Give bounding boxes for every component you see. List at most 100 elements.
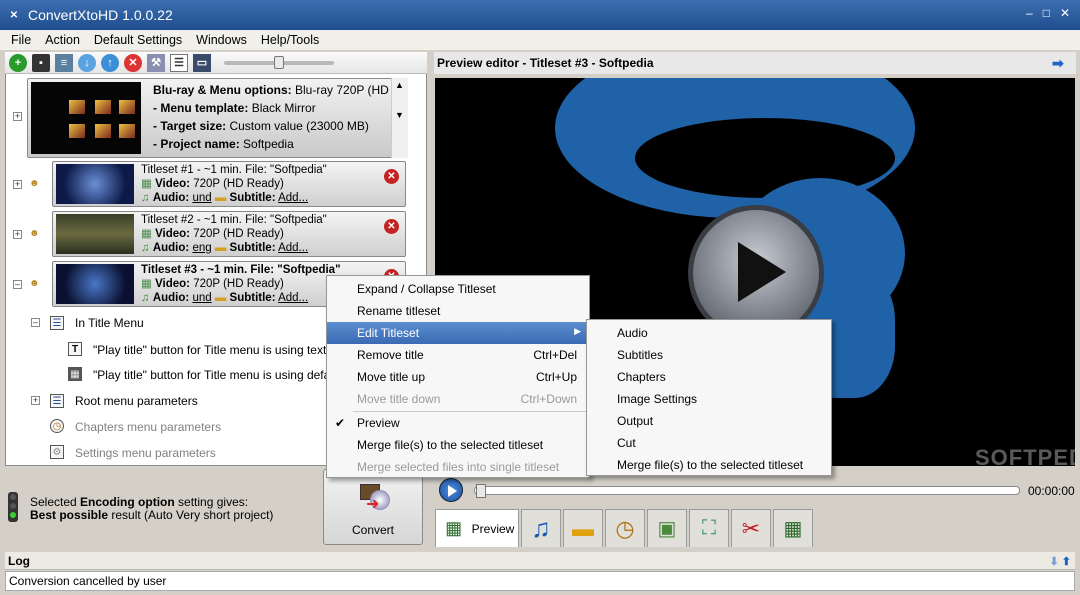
submenu-subtitles[interactable]: Subtitles [587, 344, 831, 366]
menu-item-label: Merge file(s) to the selected titleset [357, 438, 544, 452]
window-title: ConvertXtoHD 1.0.0.22 [28, 7, 173, 23]
tree-root-menu-parameters[interactable]: Root menu parameters [75, 394, 198, 408]
root-menu-expand-icon[interactable]: + [31, 396, 40, 405]
tab-output[interactable]: ⛶ [689, 509, 729, 547]
subtitle-label: Subtitle: [229, 292, 276, 304]
project-scrollbar[interactable]: ▲ ▼ [391, 78, 408, 158]
video-value: 720P (HD Ready) [193, 278, 284, 290]
video-value: 720P (HD Ready) [193, 228, 284, 240]
list-icon[interactable]: ☰ [170, 53, 188, 72]
menu-preview[interactable]: ✔ Preview [327, 412, 589, 434]
menu-move-title-down[interactable]: Move title down Ctrl+Down [327, 388, 589, 410]
audio-link[interactable]: und [192, 192, 211, 204]
preview-editor-title: Preview editor - Titleset #3 - Softpedia [437, 56, 654, 70]
video-icon: ▦ [141, 178, 152, 190]
play-overlay-icon[interactable] [693, 210, 819, 336]
add-icon[interactable]: + [9, 53, 27, 72]
delete-titleset-2-icon[interactable]: ✕ [384, 219, 399, 234]
titleset-1-thumbnail [56, 164, 134, 204]
submenu-output[interactable]: Output [587, 410, 831, 432]
tab-cut[interactable]: ✂ [731, 509, 771, 547]
tab-image-settings[interactable]: ▣ [647, 509, 687, 547]
tree-play-title-default[interactable]: "Play title" button for Title menu is us… [93, 368, 343, 382]
menu-expand-collapse-titleset[interactable]: Expand / Collapse Titleset [327, 278, 589, 300]
menu-merge-files-selected-titleset[interactable]: Merge file(s) to the selected titleset [327, 434, 589, 456]
subtitle-add-link[interactable]: Add... [278, 292, 308, 304]
project-node[interactable]: Blu-ray & Menu options: Blu-ray 720P (HD… [27, 78, 405, 158]
titleset-2-expand-icon[interactable]: + [13, 230, 22, 239]
tools-icon[interactable]: ⚒ [147, 53, 165, 72]
in-title-menu-collapse-icon[interactable]: – [31, 318, 40, 327]
tab-audio[interactable]: ♫ [521, 509, 561, 547]
menu-rename-titleset[interactable]: Rename titleset [327, 300, 589, 322]
menu-merge-selected-files-single[interactable]: Merge selected files into single titlese… [327, 456, 589, 478]
convert-button[interactable]: ➜ Convert [323, 469, 423, 545]
audio-label: Audio: [152, 242, 190, 254]
menu-remove-title[interactable]: Remove title Ctrl+Del [327, 344, 589, 366]
log-up-arrow-icon[interactable]: ⬆ [1062, 556, 1071, 568]
delete-titleset-1-icon[interactable]: ✕ [384, 169, 399, 184]
zoom-slider[interactable] [224, 55, 334, 69]
tree-play-title-text[interactable]: "Play title" button for Title menu is us… [93, 343, 345, 357]
menu-item-shortcut: Ctrl+Up [535, 370, 577, 384]
minimize-icon[interactable]: – [1026, 6, 1033, 20]
titleset-1[interactable]: Titleset #1 - ~1 min. File: "Softpedia" … [52, 161, 406, 207]
move-up-icon[interactable]: ↑ [101, 53, 119, 72]
playback-time: 00:00:00 [1028, 484, 1075, 498]
music-note-icon: ♫ [531, 513, 551, 543]
submenu-image-settings[interactable]: Image Settings [587, 388, 831, 410]
seek-knob[interactable] [476, 484, 486, 498]
maximize-icon[interactable]: □ [1043, 6, 1050, 20]
preview-tabs: ▦ Preview ♫ ▬ ◷ ▣ ⛶ ✂ ▦ [435, 509, 1075, 549]
tab-merge[interactable]: ▦ [773, 509, 813, 547]
log-down-arrow-icon[interactable]: ⬇ [1050, 556, 1059, 568]
tree-in-title-menu[interactable]: In Title Menu [75, 316, 144, 330]
scroll-up-icon[interactable]: ▲ [395, 80, 404, 90]
submenu-cut[interactable]: Cut [587, 432, 831, 454]
menu-help-tools[interactable]: Help/Tools [254, 33, 326, 47]
menu-item-label: Merge selected files into single titlese… [357, 460, 560, 474]
save-icon[interactable]: ▪ [32, 53, 50, 72]
submenu-audio[interactable]: Audio [587, 322, 831, 344]
menu-file[interactable]: File [4, 33, 38, 47]
tab-subtitles[interactable]: ▬ [563, 509, 603, 547]
titleset-1-expand-icon[interactable]: + [13, 180, 22, 189]
audio-link[interactable]: eng [192, 242, 211, 254]
close-icon[interactable]: ✕ [1060, 6, 1070, 20]
menu-list-icon: ☰ [50, 316, 64, 330]
menu-item-label: Edit Titleset [357, 326, 420, 340]
titleset-2[interactable]: Titleset #2 - ~1 min. File: "Softpedia" … [52, 211, 406, 257]
project-expand-icon[interactable]: + [13, 112, 22, 121]
video-icon: ▦ [141, 278, 152, 290]
log-status: Conversion cancelled by user [5, 571, 1075, 591]
menu-action[interactable]: Action [38, 33, 87, 47]
film-strip-icon: ▦ [783, 518, 803, 540]
tree-settings-menu-parameters[interactable]: Settings menu parameters [75, 446, 216, 460]
titleset-icon[interactable]: ≡ [55, 53, 73, 72]
tab-preview[interactable]: ▦ Preview [435, 509, 519, 547]
menu-edit-titleset[interactable]: Edit Titleset ▶ [327, 322, 589, 344]
menu-item-label: Move title up [357, 370, 426, 384]
monitor-icon[interactable]: ▭ [193, 53, 211, 72]
play-button-icon[interactable] [439, 478, 463, 502]
menu-windows[interactable]: Windows [189, 33, 254, 47]
tab-chapters[interactable]: ◷ [605, 509, 645, 547]
move-down-icon[interactable]: ↓ [78, 53, 96, 72]
subtitle-icon: ▬ [214, 292, 227, 304]
subtitle-add-link[interactable]: Add... [278, 192, 308, 204]
submenu-chapters[interactable]: Chapters [587, 366, 831, 388]
forward-arrow-icon[interactable]: ➡ [1052, 55, 1070, 71]
scroll-down-icon[interactable]: ▼ [395, 110, 404, 120]
remove-icon[interactable]: ✕ [124, 53, 142, 72]
subtitle-add-link[interactable]: Add... [278, 242, 308, 254]
titleset-3-collapse-icon[interactable]: – [13, 280, 22, 289]
zoom-slider-knob[interactable] [274, 55, 284, 69]
image-settings-icon: ▣ [657, 518, 677, 540]
seek-bar[interactable] [474, 484, 1020, 498]
menu-move-title-up[interactable]: Move title up Ctrl+Up [327, 366, 589, 388]
tree-chapters-menu-parameters[interactable]: Chapters menu parameters [75, 420, 221, 434]
submenu-merge-files[interactable]: Merge file(s) to the selected titleset [587, 454, 831, 476]
audio-link[interactable]: und [192, 292, 211, 304]
target-size-value: Custom value (23000 MB) [229, 119, 369, 133]
menu-default-settings[interactable]: Default Settings [87, 33, 189, 47]
